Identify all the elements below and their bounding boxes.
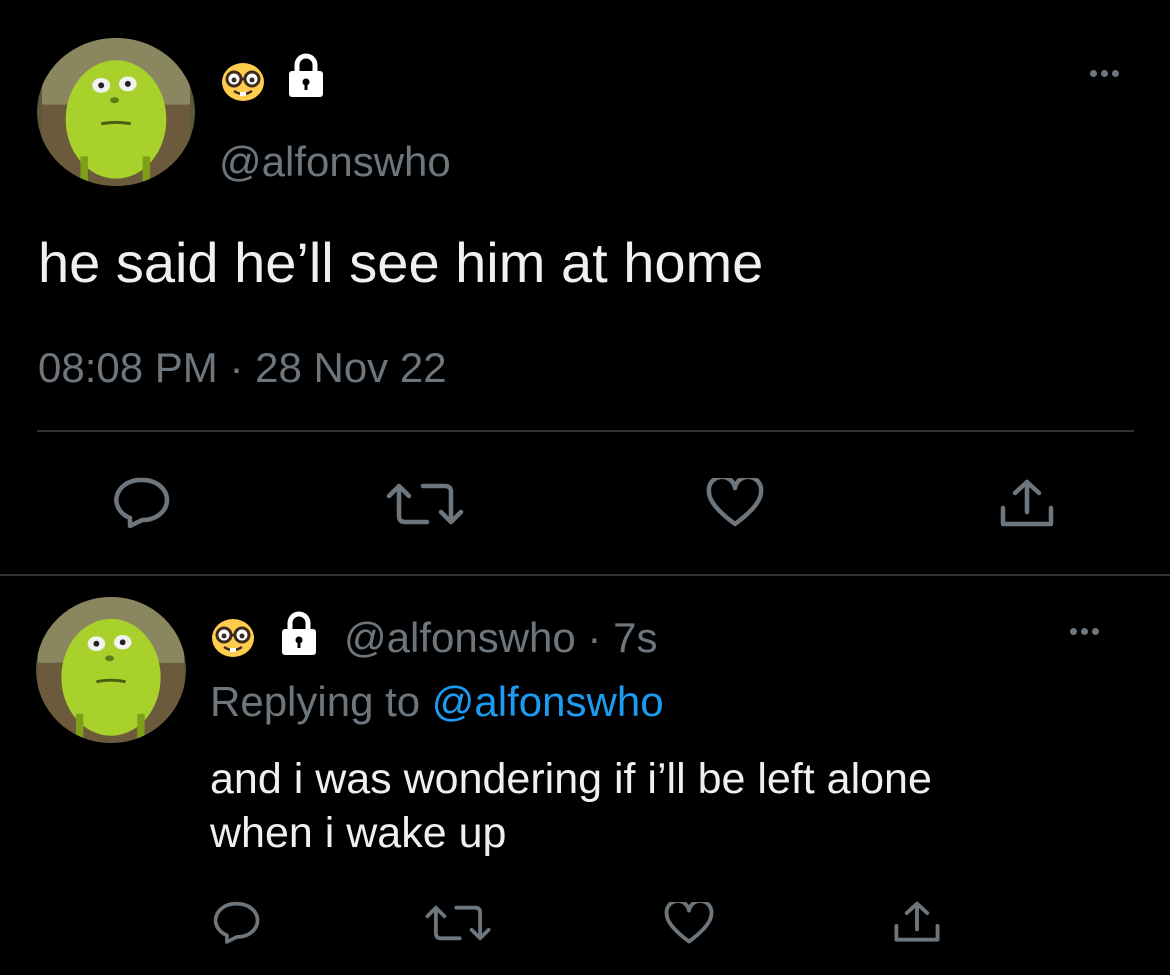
dot [1070,628,1077,635]
reply-avatar[interactable] [36,597,186,743]
like-icon[interactable] [706,478,764,528]
nerd-face-emoji [220,62,266,102]
nerd-face-emoji [210,618,256,658]
divider [37,430,1134,432]
section-divider [0,574,1170,576]
dot [1112,70,1119,77]
more-options-button[interactable] [1090,70,1119,77]
share-icon[interactable] [999,478,1055,530]
avatar[interactable] [37,38,195,186]
reply-icon[interactable] [212,900,260,944]
reply-text-line-1: and i was wondering if i’ll be left alon… [210,755,932,803]
tweet-text: he said he’ll see him at home [38,231,764,294]
retweet-icon[interactable] [424,904,492,942]
replying-to-line: Replying to @alfonswho [210,678,664,726]
avatar-image [38,597,184,743]
dot [1090,70,1097,77]
replying-to-link[interactable]: @alfonswho [432,678,664,725]
more-options-button[interactable] [1070,628,1099,635]
reply-text-line-2: when i wake up [210,809,507,857]
retweet-icon[interactable] [385,482,465,526]
lock-icon [288,52,324,98]
dot [1101,70,1108,77]
replying-to-label: Replying to [210,678,421,725]
tweet-handle[interactable]: @alfonswho [219,138,451,186]
like-icon[interactable] [664,902,714,945]
reply-icon[interactable] [112,476,170,528]
dot [1092,628,1099,635]
tweet-timestamp[interactable]: 08:08 PM · 28 Nov 22 [38,344,447,392]
avatar-image [42,38,190,186]
reply-handle-time[interactable]: @alfonswho · 7s [344,614,657,662]
share-icon[interactable] [893,900,941,945]
dot [1081,628,1088,635]
lock-icon [281,610,317,656]
